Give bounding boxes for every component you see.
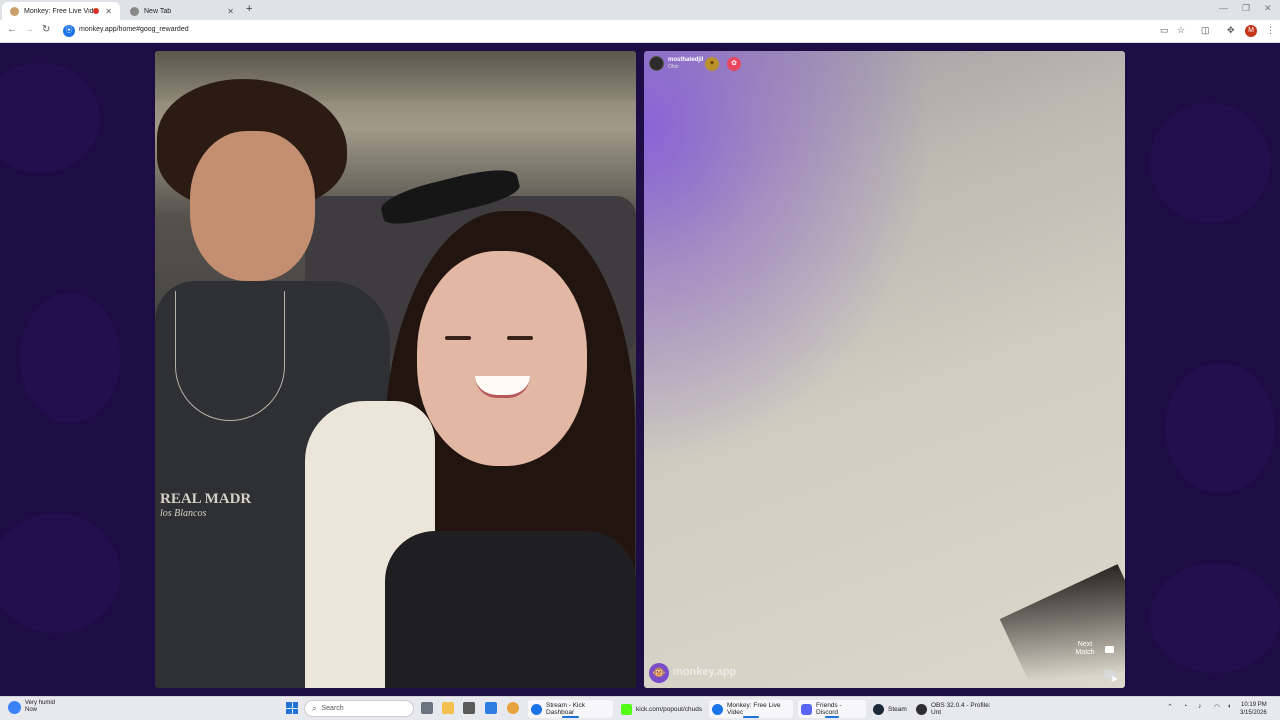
windows-start-icon[interactable] — [286, 702, 298, 714]
minimize-icon[interactable]: — — [1219, 3, 1228, 13]
taskbar-item-label: Monkey: Free Live Videc — [727, 702, 781, 716]
weather-icon — [8, 700, 21, 714]
system-clock[interactable]: 10:19 PM 3/15/2026 — [1240, 701, 1267, 717]
brand-watermark: monkey.app — [673, 666, 737, 678]
maximize-icon[interactable]: ❐ — [1242, 3, 1250, 14]
microphone-icon[interactable]: ♪ — [1198, 703, 1202, 710]
obs-icon — [916, 703, 927, 715]
store-icon[interactable] — [463, 702, 475, 714]
remote-user-info[interactable]: mosthatedjil Ohio — [649, 56, 703, 71]
shirt-subtext: los Blancos — [160, 508, 207, 519]
taskbar-item-label: kick.com/popout/chuds — [636, 705, 703, 713]
monkey-chat-page: REAL MADR los Blancos mosthatedjil Ohio … — [0, 43, 1280, 696]
tab-monkey[interactable]: Monkey: Free Live Video Ch ✕ — [2, 2, 120, 20]
tab-title: Monkey: Free Live Video Ch — [24, 7, 94, 15]
search-icon: ⌕ — [312, 703, 317, 713]
weather-widget[interactable]: Very humid Now — [8, 700, 55, 714]
remote-location: Ohio — [668, 63, 679, 70]
close-tab-icon[interactable]: ✕ — [105, 7, 112, 16]
taskbar-item-discord[interactable]: Friends - Discord — [798, 700, 866, 718]
tab-title: New Tab — [144, 7, 172, 15]
clock-time: 10:19 PM — [1241, 702, 1267, 708]
shirt-text: REAL MADR — [160, 491, 252, 507]
taskbar-search[interactable]: ⌕ Search — [304, 700, 414, 717]
remote-username: mosthatedjil — [668, 56, 704, 63]
next-match-text: Next Match — [1075, 641, 1095, 656]
site-info-icon[interactable]: ⦿ — [63, 25, 75, 37]
tab-new-tab[interactable]: New Tab ✕ — [122, 2, 242, 20]
bg-decoration — [0, 63, 100, 173]
bg-decoration — [20, 293, 120, 423]
steam-icon — [873, 703, 884, 715]
extensions-icon[interactable]: ✥ — [1227, 25, 1235, 36]
menu-icon[interactable]: ⋮ — [1266, 25, 1275, 36]
task-view-icon[interactable] — [421, 702, 433, 714]
chrome-icon — [712, 703, 723, 715]
chrome-icon — [531, 703, 542, 715]
discord-icon — [801, 703, 812, 715]
taskbar-item-label: Stream - Kick Dashboar — [546, 702, 586, 716]
taskbar-item-label: OBS 32.0.4 - Profile: Unt — [931, 702, 991, 716]
taskbar-item-label: Friends - Discord — [816, 702, 842, 716]
remote-user-avatar[interactable] — [649, 56, 664, 71]
kick-icon — [621, 703, 632, 715]
taskbar: Very humid Now ⌕ Search Stream - Kick Da… — [0, 696, 1280, 720]
bg-decoration — [1150, 563, 1280, 673]
next-match-label[interactable]: Next Match — [1072, 641, 1098, 657]
back-icon[interactable]: ← — [7, 24, 17, 35]
chrome-icon[interactable] — [507, 702, 519, 714]
taskbar-item-obs[interactable]: OBS 32.0.4 - Profile: Unt — [913, 700, 1001, 718]
bg-decoration — [0, 513, 120, 633]
forward-icon[interactable]: → — [24, 24, 34, 35]
browser-tab-strip: Monkey: Free Live Video Ch ✕ New Tab ✕ +… — [0, 0, 1280, 20]
profile-avatar[interactable]: M — [1245, 25, 1257, 37]
taskbar-item-monkey[interactable]: Monkey: Free Live Videc — [709, 700, 793, 718]
taskbar-item-kick-popout[interactable]: kick.com/popout/chuds — [618, 700, 704, 718]
close-tab-icon[interactable]: ✕ — [227, 7, 234, 16]
bookmark-star-icon[interactable]: ☆ — [1177, 25, 1185, 36]
bg-decoration — [1165, 363, 1275, 493]
bg-decoration — [1150, 103, 1270, 223]
app-icon[interactable] — [485, 702, 497, 714]
gift-icon[interactable]: ✿ — [727, 57, 741, 71]
shirt-print: REAL MADR los Blancos — [160, 491, 260, 519]
person-2-body — [385, 531, 636, 688]
tray-overflow-icon[interactable]: ⌃ — [1167, 703, 1173, 711]
recording-icon — [93, 8, 100, 14]
reload-icon[interactable]: ↻ — [42, 24, 50, 35]
network-icon[interactable]: ◔ — [1183, 703, 1187, 710]
close-window-icon[interactable]: ✕ — [1264, 3, 1272, 14]
file-explorer-icon[interactable] — [442, 702, 454, 714]
address-bar[interactable]: monkey.app/home#goog_rewarded — [79, 26, 189, 33]
side-panel-icon[interactable]: ◫ — [1201, 25, 1210, 36]
local-video: REAL MADR los Blancos — [155, 51, 636, 688]
closed-eye — [507, 336, 533, 340]
chrome-icon — [130, 6, 139, 16]
remote-video: mosthatedjil Ohio ♥ ✿ Next Match ➤ 🐵 mon… — [644, 51, 1125, 688]
person-1-face — [190, 131, 315, 281]
weather-title: Very humid — [25, 700, 56, 706]
volume-icon[interactable]: ◖ — [1227, 703, 1231, 710]
next-match-icon[interactable] — [1105, 646, 1114, 653]
mouse-cursor-icon: ➤ — [1110, 674, 1119, 685]
heart-icon[interactable]: ♥ — [705, 57, 719, 71]
cast-icon[interactable]: ▭ — [1160, 25, 1169, 36]
taskbar-item-kick-dashboard[interactable]: Stream - Kick Dashboar — [528, 700, 613, 718]
new-tab-icon[interactable]: + — [246, 3, 252, 15]
browser-toolbar: ← → ↻ ⦿ monkey.app/home#goog_rewarded ▭ … — [0, 20, 1280, 43]
wifi-icon[interactable]: ◠ — [1214, 703, 1220, 711]
taskbar-item-steam[interactable]: Steam — [870, 700, 910, 718]
taskbar-item-label: Steam — [888, 705, 907, 713]
person-2-face — [417, 251, 587, 466]
weather-sub: Now — [25, 707, 38, 713]
closed-eye — [445, 336, 471, 340]
necklace — [175, 291, 285, 421]
clock-date: 3/15/2026 — [1240, 710, 1267, 716]
search-placeholder: Search — [321, 705, 344, 712]
monkey-logo-icon: 🐵 — [649, 663, 669, 683]
monkey-favicon-icon — [10, 6, 19, 16]
